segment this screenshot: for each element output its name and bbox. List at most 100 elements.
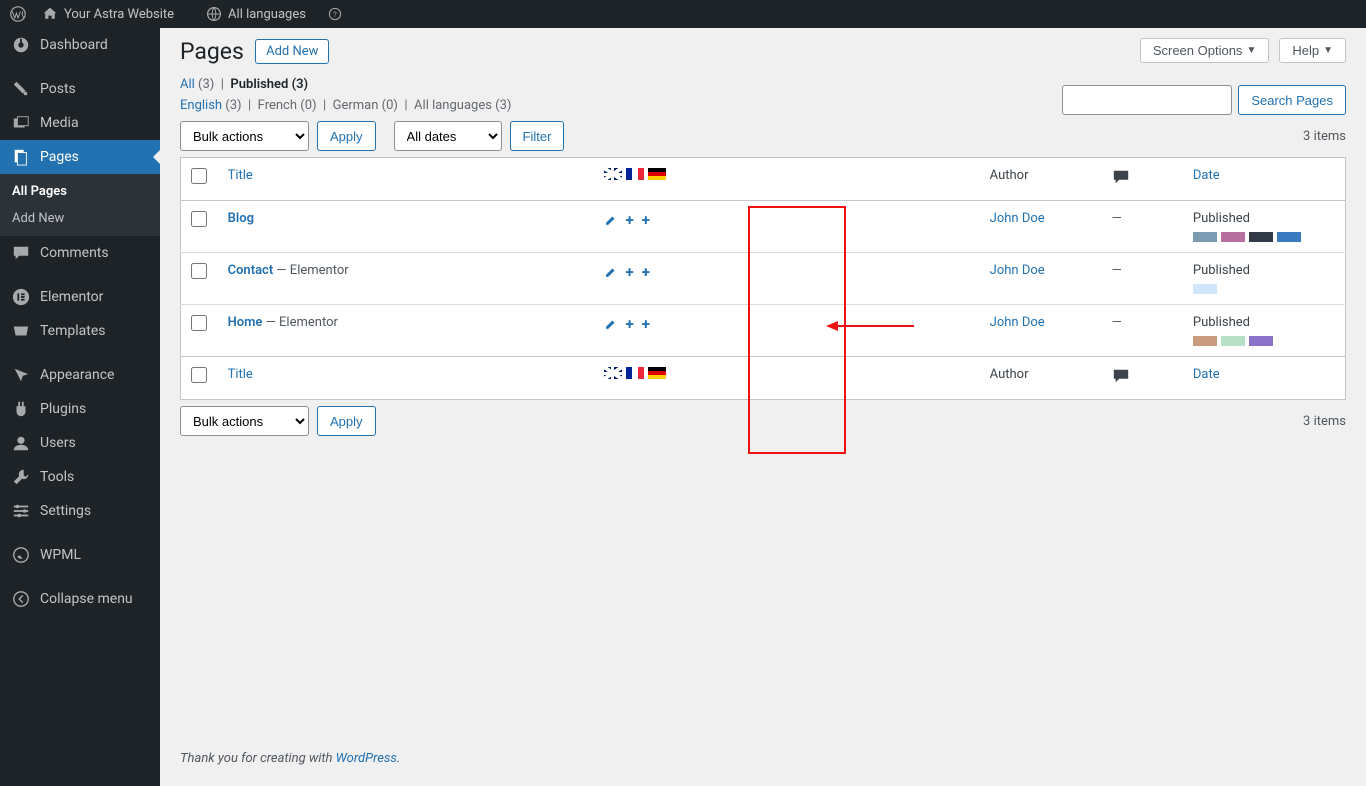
filter-english[interactable]: English — [180, 98, 222, 113]
menu-elementor[interactable]: Elementor — [0, 280, 160, 314]
comment-icon — [1112, 168, 1130, 186]
footer: Thank you for creating with WordPress. — [180, 731, 1346, 766]
menu-plugins[interactable]: Plugins — [0, 392, 160, 426]
search-button[interactable]: Search Pages — [1238, 85, 1346, 115]
filter-french[interactable]: French — [258, 98, 297, 113]
add-translation-de[interactable]: + — [642, 263, 650, 281]
menu-comments[interactable]: Comments — [0, 236, 160, 270]
author-link[interactable]: John Doe — [990, 211, 1045, 226]
submenu-add-new[interactable]: Add New — [0, 205, 160, 232]
status-text: Published — [1193, 315, 1250, 330]
swatch — [1249, 232, 1273, 242]
add-translation-fr[interactable]: + — [626, 263, 634, 281]
date-filter-select[interactable]: All dates — [394, 121, 502, 151]
col-date-foot[interactable]: Date — [1183, 357, 1346, 400]
items-count-bottom: 3 items — [1303, 414, 1346, 429]
page-title: Pages — [180, 38, 244, 65]
menu-users[interactable]: Users — [0, 426, 160, 460]
menu-dashboard[interactable]: Dashboard — [0, 28, 160, 62]
page-title-link[interactable]: Contact — [228, 263, 274, 278]
status-text: Published — [1193, 263, 1250, 278]
swatch — [1221, 336, 1245, 346]
screen-options-button[interactable]: Screen Options ▼ — [1140, 38, 1270, 63]
caret-down-icon: ▼ — [1323, 45, 1333, 56]
page-title-link[interactable]: Blog — [228, 211, 254, 226]
col-author-foot: Author — [980, 357, 1102, 400]
menu-appearance[interactable]: Appearance — [0, 358, 160, 392]
edit-translation-en[interactable] — [604, 263, 618, 281]
submenu-all-pages[interactable]: All Pages — [0, 178, 160, 205]
col-languages — [594, 158, 980, 201]
add-translation-fr[interactable]: + — [626, 211, 634, 229]
filter-published[interactable]: Published — [230, 77, 288, 92]
row-checkbox[interactable] — [191, 315, 207, 331]
swatch — [1193, 232, 1217, 242]
apply-button-top[interactable]: Apply — [317, 121, 376, 151]
menu-wpml[interactable]: WPML — [0, 538, 160, 572]
menu-media[interactable]: Media — [0, 106, 160, 140]
swatch — [1277, 232, 1301, 242]
status-text: Published — [1193, 211, 1250, 226]
menu-templates[interactable]: Templates — [0, 314, 160, 348]
comments-count: — — [1112, 315, 1122, 330]
menu-posts[interactable]: Posts — [0, 72, 160, 106]
page-suffix: — Elementor — [262, 315, 337, 330]
wordpress-link[interactable]: WordPress — [336, 751, 397, 766]
menu-settings[interactable]: Settings — [0, 494, 160, 528]
flag-fr-icon — [626, 367, 644, 379]
apply-button-bottom[interactable]: Apply — [317, 406, 376, 436]
filter-all[interactable]: All — [180, 77, 195, 92]
admin-sidebar: Dashboard Posts Media Pages All Pages Ad… — [0, 28, 160, 786]
row-checkbox[interactable] — [191, 263, 207, 279]
table-row: Home — Elementor + + John Doe — Publishe… — [181, 305, 1346, 357]
table-row: Contact — Elementor + + John Doe — Publi… — [181, 253, 1346, 305]
row-checkbox[interactable] — [191, 211, 207, 227]
swatches — [1193, 336, 1335, 346]
add-new-button[interactable]: Add New — [255, 39, 329, 64]
author-link[interactable]: John Doe — [990, 315, 1045, 330]
swatches — [1193, 284, 1335, 294]
col-title-foot[interactable]: Title — [218, 357, 594, 400]
add-translation-fr[interactable]: + — [626, 315, 634, 333]
flag-en-icon — [604, 367, 622, 379]
page-title-link[interactable]: Home — [228, 315, 263, 330]
swatches — [1193, 232, 1335, 242]
select-all-top[interactable] — [191, 168, 207, 184]
items-count-top: 3 items — [1303, 129, 1346, 144]
edit-translation-en[interactable] — [604, 211, 618, 229]
help-button[interactable]: Help ▼ — [1279, 38, 1346, 63]
edit-translation-en[interactable] — [604, 315, 618, 333]
swatch — [1193, 284, 1217, 294]
col-comments — [1102, 158, 1183, 201]
flag-en-icon — [604, 168, 622, 180]
wp-logo[interactable] — [10, 6, 26, 22]
bulk-actions-select-top[interactable]: Bulk actions — [180, 121, 309, 151]
swatch — [1221, 232, 1245, 242]
submenu-pages: All Pages Add New — [0, 174, 160, 236]
select-all-bottom[interactable] — [191, 367, 207, 383]
bulk-actions-select-bottom[interactable]: Bulk actions — [180, 406, 309, 436]
flag-de-icon — [648, 367, 666, 379]
filter-all-languages[interactable]: All languages — [414, 98, 492, 113]
menu-pages[interactable]: Pages — [0, 140, 160, 174]
author-link[interactable]: John Doe — [990, 263, 1045, 278]
flag-fr-icon — [626, 168, 644, 180]
add-translation-de[interactable]: + — [642, 315, 650, 333]
flag-de-icon — [648, 168, 666, 180]
site-link[interactable]: Your Astra Website — [42, 6, 190, 22]
filter-german[interactable]: German — [333, 98, 379, 113]
add-translation-de[interactable]: + — [642, 211, 650, 229]
language-switcher[interactable]: All languages ? — [206, 6, 342, 22]
menu-tools[interactable]: Tools — [0, 460, 160, 494]
col-languages-foot — [594, 357, 980, 400]
search-input[interactable] — [1062, 85, 1232, 115]
col-title[interactable]: Title — [218, 158, 594, 201]
col-comments-foot — [1102, 357, 1183, 400]
admin-topbar: Your Astra Website All languages ? — [0, 0, 1366, 28]
comments-count: — — [1112, 263, 1122, 278]
svg-text:?: ? — [333, 10, 337, 19]
col-date[interactable]: Date — [1183, 158, 1346, 201]
collapse-menu[interactable]: Collapse menu — [0, 582, 160, 616]
table-row: Blog + + John Doe — Published — [181, 201, 1346, 253]
filter-button[interactable]: Filter — [510, 121, 565, 151]
